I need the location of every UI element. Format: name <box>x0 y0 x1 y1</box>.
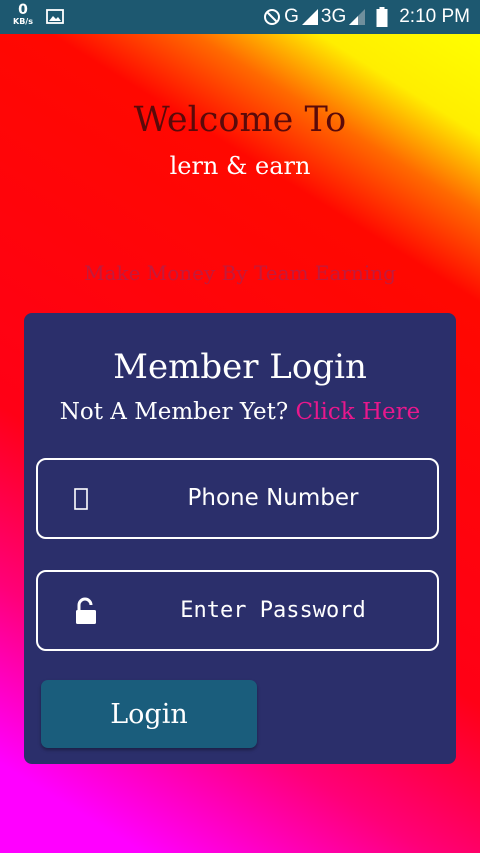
no-sim-icon <box>264 9 281 25</box>
app-name: lern & earn <box>169 152 311 180</box>
login-button[interactable]: Login <box>41 680 257 748</box>
login-card: Member Login Not A Member Yet? Click Her… <box>24 313 456 764</box>
network-speed-value: 0 <box>18 2 28 18</box>
login-title: Member Login <box>113 347 367 387</box>
network-speed-unit: KB/s <box>13 17 33 26</box>
network-speed-indicator: 0 KB/s <box>10 3 36 26</box>
password-field[interactable] <box>36 570 439 651</box>
tagline: Make Money By Team Earning <box>84 261 396 285</box>
signal-icon <box>301 9 318 25</box>
phone-input[interactable] <box>128 460 418 536</box>
status-time: 2:10 PM <box>399 6 470 27</box>
signup-link[interactable]: Click Here <box>296 399 421 425</box>
signup-prompt-text: Not A Member Yet? <box>59 399 289 425</box>
welcome-heading: Welcome To <box>133 100 347 140</box>
unlock-icon <box>76 597 96 624</box>
status-indicators: G 3G 2:10 PM <box>263 0 470 34</box>
battery-icon <box>376 7 388 27</box>
network-type-label: G <box>284 6 299 27</box>
signal-weak-icon <box>349 9 366 25</box>
phone-icon <box>74 487 88 510</box>
signup-prompt: Not A Member Yet? Click Here <box>24 399 456 425</box>
gallery-icon <box>46 9 64 24</box>
password-input[interactable] <box>128 572 418 648</box>
status-bar: 0 KB/s G 3G 2:10 PM <box>0 0 480 34</box>
network-type-label-secondary: 3G <box>320 6 347 27</box>
phone-field[interactable] <box>36 458 439 539</box>
